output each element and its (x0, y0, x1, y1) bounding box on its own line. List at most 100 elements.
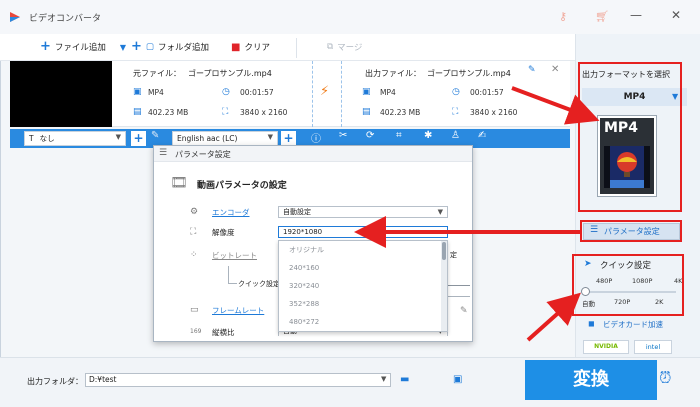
add-folder-button[interactable]: + ▢ フォルダ追加 (131, 39, 209, 54)
text-icon: T (29, 134, 34, 143)
source-resolution: 3840 x 2160 (240, 108, 288, 117)
intel-badge[interactable]: intel (634, 340, 672, 354)
info-icon[interactable]: ⓘ (311, 130, 321, 145)
format-highlight-box (578, 62, 682, 212)
param-button-highlight-box (580, 220, 682, 242)
watermark-icon[interactable]: ♙ (451, 130, 460, 141)
edit-icon[interactable]: ✎ (528, 65, 536, 75)
source-format: MP4 (148, 88, 164, 97)
close-window-icon[interactable]: ✕ (671, 8, 681, 22)
effect-icon[interactable]: ✱ (424, 130, 432, 141)
cut-icon[interactable]: ✂ (339, 130, 347, 141)
resolution-option[interactable]: 352*288 (289, 300, 319, 308)
add-subtitle-button[interactable]: + (131, 131, 146, 146)
scrollbar-thumb[interactable] (442, 242, 446, 260)
clear-button[interactable]: ■ クリア (231, 41, 270, 54)
resolution-select[interactable]: 1920*1080 (278, 226, 448, 238)
bitrate-icon: ⁘ (190, 250, 198, 260)
resolution-option[interactable]: 320*240 (289, 282, 319, 290)
resolution-icon: ⛶ (190, 227, 197, 237)
output-folder-input[interactable]: D:¥test (85, 373, 391, 387)
clock-icon: ◷ (222, 87, 230, 97)
rotate-icon[interactable]: ⟳ (366, 130, 374, 141)
resolution-option[interactable]: 240*160 (289, 264, 319, 272)
source-file-name: ゴープロサンプル.mp4 (188, 69, 272, 78)
minimize-icon[interactable]: — (630, 8, 642, 22)
app-logo-icon (10, 12, 20, 22)
app-title: ビデオコンバータ (29, 14, 102, 24)
source-size: 402.23 MB (148, 108, 189, 117)
framerate-icon: ▭ (190, 305, 199, 315)
clock-icon: ◷ (452, 87, 460, 97)
aspect-ratio-icon: 169 (190, 328, 202, 335)
resolution-value: 1920*1080 (283, 228, 323, 236)
browse-folder-icon[interactable]: ▣ (453, 374, 462, 385)
resolution-label: 解像度 (212, 228, 235, 237)
partial-setting-label: 定 (450, 251, 457, 259)
key-icon[interactable]: ⚷ (559, 10, 567, 23)
sliders-icon: ☰ (159, 148, 168, 158)
audio-track-select[interactable]: English aac (LC) ▼ (172, 131, 278, 146)
source-duration: 00:01:57 (240, 88, 274, 97)
resolution-icon: ⛶ (222, 107, 229, 117)
add-audio-button[interactable]: + (281, 131, 296, 146)
filesize-icon: ▤ (362, 107, 371, 117)
video-thumbnail[interactable] (10, 61, 112, 127)
subtitle-edit-icon[interactable]: ✎ (151, 130, 159, 141)
resolution-option[interactable]: 480*272 (289, 318, 319, 326)
encoder-value: 自動設定 (283, 208, 311, 216)
output-file-label: 出力ファイル： (365, 69, 421, 78)
output-folder-label: 出力フォルダ： (27, 377, 83, 386)
chevron-down-icon[interactable]: ▼ (120, 43, 126, 52)
lightning-icon[interactable]: ⚡︎ (320, 84, 329, 99)
add-file-button[interactable]: + ファイル追加 ▼ (40, 39, 126, 54)
open-folder-icon[interactable]: ▬ (400, 374, 409, 385)
chevron-down-icon: ▼ (267, 133, 273, 141)
chevron-down-icon: ▼ (115, 133, 121, 141)
nvidia-badge[interactable]: NVIDIA (583, 340, 629, 354)
tree-connector (228, 266, 237, 284)
audio-value: English aac (LC) (177, 134, 238, 143)
framerate-label[interactable]: フレームレート (212, 305, 264, 316)
encoder-select[interactable]: 自動設定 ▼ (278, 206, 448, 218)
add-folder-label: フォルダ追加 (157, 43, 209, 53)
subtitle-select[interactable]: T なし ▼ (24, 131, 126, 146)
format-icon: ▣ (133, 87, 142, 97)
alarm-clock-icon[interactable]: ⏰︎ (659, 368, 671, 388)
source-file-label: 元ファイル： (133, 69, 181, 78)
format-icon: ▣ (362, 87, 371, 97)
output-duration: 00:01:57 (470, 88, 504, 97)
clear-label: クリア (244, 43, 270, 53)
encoder-icon: ⚙ (190, 207, 199, 217)
merge-label: マージ (337, 43, 363, 53)
output-format: MP4 (380, 88, 396, 97)
trash-icon: ■ (231, 41, 241, 53)
resolution-option[interactable]: オリジナル (289, 245, 324, 255)
plus-icon: + (40, 39, 51, 54)
add-file-label: ファイル追加 (54, 43, 106, 53)
plus-icon: + (131, 39, 142, 54)
hardware-accel-label[interactable]: ビデオカード加速 (603, 319, 663, 330)
subtitle-value: なし (39, 134, 55, 143)
slider-track[interactable] (448, 296, 470, 297)
aspect-ratio-label: 縦横比 (212, 328, 235, 337)
video-params-heading: 動画パラメータの設定 (197, 181, 287, 191)
encoder-label[interactable]: エンコーダ (212, 207, 250, 218)
bitrate-label[interactable]: ビットレート (212, 250, 257, 261)
chevron-down-icon[interactable]: ▼ (381, 375, 386, 383)
edit-icon[interactable]: ✎ (460, 306, 468, 316)
merge-button[interactable]: ⧉ マージ (327, 41, 362, 53)
crop-icon[interactable]: ⌗ (396, 130, 402, 141)
filesize-icon: ▤ (133, 107, 142, 117)
subtitle-pen-icon[interactable]: ✍ (478, 130, 486, 141)
merge-icon: ⧉ (327, 42, 334, 52)
remove-file-icon[interactable]: ✕ (551, 64, 559, 75)
slider-track[interactable] (448, 285, 470, 286)
output-size: 402.23 MB (380, 108, 421, 117)
cart-icon[interactable]: 🛒︎ (595, 10, 609, 23)
quick-setting-label: クイック設定 (238, 280, 280, 288)
output-resolution: 3840 x 2160 (470, 108, 518, 117)
chevron-down-icon: ▼ (437, 208, 443, 216)
convert-button[interactable]: 変換 (525, 360, 657, 400)
folder-icon: ▢ (145, 42, 154, 52)
